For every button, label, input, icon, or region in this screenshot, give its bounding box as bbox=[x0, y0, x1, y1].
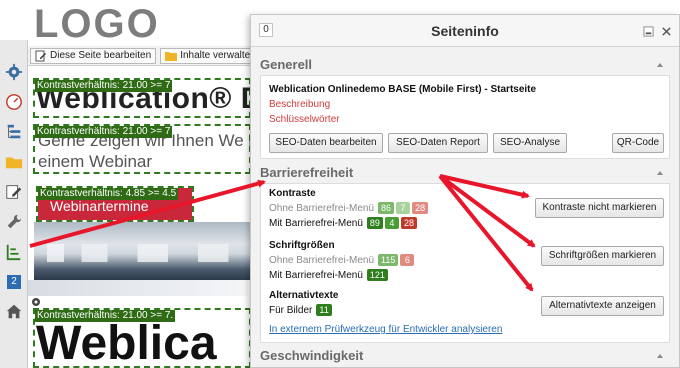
settings-icon[interactable] bbox=[30, 296, 42, 308]
collapse-icon bbox=[657, 63, 663, 67]
site-title: Weblication Onlinedemo BASE (Mobile Firs… bbox=[269, 84, 537, 95]
cms-sidebar: 2 bbox=[0, 40, 28, 368]
contrast-with-label: Mit Barrierefrei-Menü bbox=[269, 217, 363, 229]
accessibility-card: Kontraste Ohne Barrierefrei-Menü 86 7 28… bbox=[260, 183, 670, 343]
seo-analysis-button[interactable]: SEO-Analyse bbox=[493, 133, 567, 153]
collapse-icon bbox=[657, 354, 663, 358]
manage-content-button[interactable]: Inhalte verwalten bbox=[160, 47, 261, 64]
counter-badge[interactable]: 2 bbox=[4, 272, 24, 292]
counter-badge-text: 2 bbox=[7, 275, 21, 289]
contrast-without-error: 28 bbox=[412, 202, 429, 214]
general-card: Weblication Onlinedemo BASE (Mobile Firs… bbox=[260, 75, 670, 159]
folder-icon bbox=[165, 51, 178, 61]
fontsize-mark-button[interactable]: Schriftgrößen markieren bbox=[541, 246, 664, 266]
contrast-with-warn: 4 bbox=[384, 217, 399, 229]
alttext-images-label: Für Bilder bbox=[269, 304, 313, 316]
fontsize-with-label: Mit Barrierefrei-Menü bbox=[269, 269, 363, 281]
contrast-marker-3: Kontrastverhältnis: 4.85 >= 4.5 bbox=[36, 186, 194, 222]
fontsize-with-ok: 121 bbox=[366, 269, 388, 281]
fontsize-without-row: Ohne Barrierefrei-Menü 115 6 bbox=[269, 254, 415, 266]
fontsize-without-error: 6 bbox=[400, 254, 415, 266]
edit-icon[interactable] bbox=[4, 182, 24, 202]
fontsize-with-row: Mit Barrierefrei-Menü 121 bbox=[269, 269, 388, 281]
section-general-header[interactable]: Generell bbox=[260, 57, 670, 77]
seo-report-button[interactable]: SEO-Daten Report bbox=[388, 133, 488, 153]
edit-page-label: Diese Seite bearbeiten bbox=[50, 50, 152, 61]
manage-content-label: Inhalte verwalten bbox=[180, 50, 256, 61]
alttext-images-ok: 11 bbox=[316, 304, 332, 316]
qr-code-button[interactable]: QR-Code bbox=[612, 133, 664, 153]
wrench-icon[interactable] bbox=[4, 212, 24, 232]
home-icon[interactable] bbox=[4, 302, 24, 322]
external-checker-link[interactable]: In externem Prüfwerkzeug für Entwickler … bbox=[269, 324, 502, 335]
contrast-with-error: 28 bbox=[400, 217, 417, 229]
contrast-without-ok: 86 bbox=[378, 202, 395, 214]
page-info-panel: 0 Seiteninfo Generell Weblication Online… bbox=[250, 14, 680, 368]
contrast-with-row: Mit Barrierefrei-Menü 89 4 28 bbox=[269, 217, 417, 229]
close-icon[interactable] bbox=[659, 24, 673, 38]
section-accessibility-header[interactable]: Barrierefreiheit bbox=[260, 165, 670, 185]
fontsize-without-label: Ohne Barrierefrei-Menü bbox=[269, 254, 375, 266]
tree-icon[interactable] bbox=[4, 122, 24, 142]
contrast-with-ok: 89 bbox=[366, 217, 383, 229]
alttext-show-button[interactable]: Alternativtexte anzeigen bbox=[541, 296, 664, 316]
structure-icon[interactable] bbox=[4, 242, 24, 262]
minimize-icon[interactable] bbox=[641, 24, 655, 38]
description-link[interactable]: Beschreibung bbox=[269, 99, 330, 110]
alttext-images-row: Für Bilder 11 bbox=[269, 304, 332, 316]
contrast-marker-4: Kontrastverhältnis: 21.00 >= 7. bbox=[33, 308, 251, 368]
contrast-marker-2: Kontrastverhältnis: 21.00 >= 7 bbox=[33, 124, 251, 174]
contrast-without-warn: 7 bbox=[396, 202, 411, 214]
hero-image-lower bbox=[28, 280, 248, 296]
panel-title: Seiteninfo bbox=[431, 23, 499, 39]
fontsize-without-ok: 115 bbox=[378, 254, 399, 266]
contrast-marker-1: Kontrastverhältnis: 21.00 >= 7 bbox=[33, 78, 251, 118]
contrast-toggle-button[interactable]: Kontraste nicht markieren bbox=[535, 198, 664, 218]
section-accessibility-title: Barrierefreiheit bbox=[260, 165, 354, 180]
contrast-without-label: Ohne Barrierefrei-Menü bbox=[269, 202, 375, 214]
section-speed-header[interactable]: Geschwindigkeit bbox=[260, 348, 670, 368]
section-speed-title: Geschwindigkeit bbox=[260, 348, 364, 363]
fontsize-title: Schriftgrößen bbox=[269, 240, 335, 251]
pencil-icon bbox=[35, 50, 46, 61]
contrast-title: Kontraste bbox=[269, 188, 316, 199]
hero-image bbox=[34, 222, 250, 280]
gear-icon[interactable] bbox=[4, 62, 24, 82]
edit-toolbar: Diese Seite bearbeiten Inhalte verwalten bbox=[28, 46, 268, 66]
site-logo[interactable]: LOGO bbox=[34, 2, 160, 47]
edit-page-button[interactable]: Diese Seite bearbeiten bbox=[30, 47, 157, 64]
seo-edit-button[interactable]: SEO-Daten bearbeiten bbox=[269, 133, 383, 153]
contrast-tag-1: Kontrastverhältnis: 21.00 >= 7 bbox=[35, 80, 173, 92]
section-general-title: Generell bbox=[260, 57, 313, 72]
contrast-tag-2: Kontrastverhältnis: 21.00 >= 7 bbox=[35, 126, 173, 138]
keywords-link[interactable]: Schlüsselwörter bbox=[269, 114, 340, 125]
folder-icon[interactable] bbox=[4, 152, 24, 172]
panel-header: 0 Seiteninfo bbox=[251, 15, 679, 47]
speedometer-icon[interactable] bbox=[4, 92, 24, 112]
alttext-title: Alternativtexte bbox=[269, 290, 339, 301]
collapse-icon bbox=[657, 171, 663, 175]
contrast-without-row: Ohne Barrierefrei-Menü 86 7 28 bbox=[269, 202, 429, 214]
contrast-tag-3: Kontrastverhältnis: 4.85 >= 4.5 bbox=[38, 188, 179, 200]
contrast-tag-4: Kontrastverhältnis: 21.00 >= 7. bbox=[35, 310, 176, 322]
